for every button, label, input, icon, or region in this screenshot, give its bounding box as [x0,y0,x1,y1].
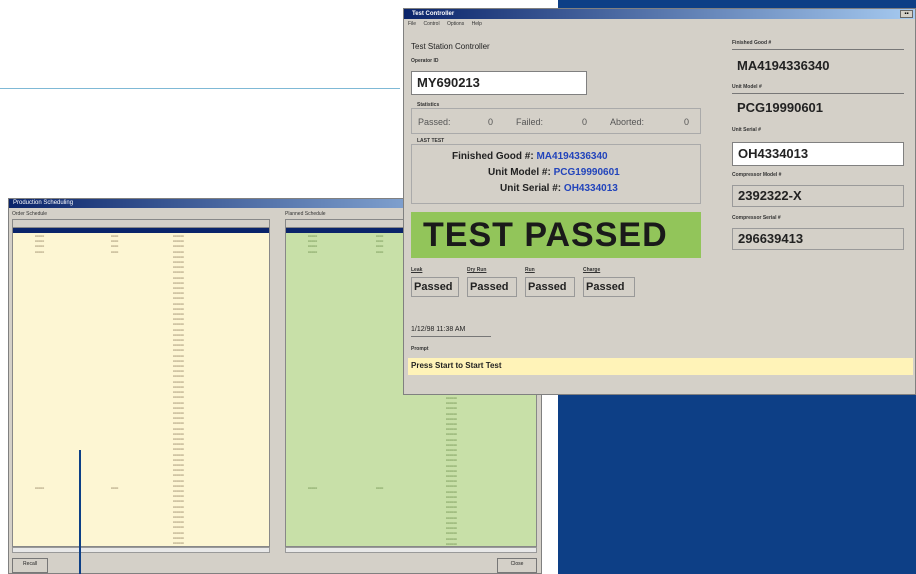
operator-id-field[interactable]: MY690213 [411,71,587,95]
test-controller-title: Test Controller [412,11,455,17]
rf-unit-model-label: Unit Model # [732,84,762,90]
rf-compressor-serial-label: Compressor Serial # [732,215,781,221]
menu-file[interactable]: File [408,21,416,27]
rf-unit-model-rule [732,93,904,94]
menu-bar: File Control Options Help [408,21,482,27]
last-unit-model: Unit Model #: PCG19990601 [488,167,620,178]
timestamp: 1/12/98 11:38 AM [411,326,466,333]
recall-button[interactable]: Recall [12,558,48,573]
callout-line-bottom [79,450,81,574]
test-results-row: Leak Passed Dry Run Passed Run Passed Ch… [411,267,641,301]
order-schedule-list[interactable]: ▬▬▬▬▬ ▬▬▬▬▬ ▬▬▬▬▬ ▬▬▬▬▬ ▬▬▬▬ ▬▬▬▬ ▬▬▬▬ ▬… [12,219,270,547]
last-finished-good-label: Finished Good #: [452,151,534,162]
planned-list-col3: ▬▬▬▬▬▬ ▬▬▬▬▬▬ ▬▬▬▬▬▬ ▬▬▬▬▬▬ ▬▬▬▬▬▬ ▬▬▬▬▬… [446,370,457,546]
rf-compressor-model-field[interactable]: 2392322-X [732,185,904,207]
rf-unit-serial-field[interactable]: OH4334013 [732,142,904,166]
close-button[interactable]: Close [497,558,537,573]
prompt-bar: Press Start to Start Test [408,358,913,375]
rf-finished-good-field[interactable]: MA4194336340 [732,55,904,79]
last-unit-model-label: Unit Model #: [488,167,551,178]
run-label: Run [525,267,535,273]
dry-run-label: Dry Run [467,267,487,273]
failed-count: 0 [582,117,588,127]
order-list-row-lower: ▬▬▬▬▬ [35,486,45,490]
last-unit-serial-value: OH4334013 [563,183,618,194]
menu-control[interactable]: Control [423,21,439,27]
last-unit-serial: Unit Serial #: OH4334013 [500,183,618,194]
rf-compressor-serial-field[interactable]: 296639413 [732,228,904,250]
order-schedule-label: Order Schedule [12,211,48,217]
aborted-count: 0 [684,117,690,127]
timestamp-rule [411,336,491,337]
menu-options[interactable]: Options [447,21,464,27]
window-controls[interactable]: ▪▪ [900,10,913,18]
planned-list-row-lower-2: ▬▬▬▬ [376,486,384,490]
prompt-label: Prompt [411,346,429,352]
rf-unit-serial-label: Unit Serial # [732,127,761,133]
test-result-banner: TEST PASSED [411,212,701,258]
order-list-scrollbar[interactable] [12,547,270,553]
planned-list-col1: ▬▬▬▬▬ ▬▬▬▬▬ ▬▬▬▬▬ ▬▬▬▬▬ [308,234,318,254]
rf-finished-good-label: Finished Good # [732,40,772,46]
last-finished-good-value: MA4194336340 [536,151,608,162]
order-list-col1: ▬▬▬▬▬ ▬▬▬▬▬ ▬▬▬▬▬ ▬▬▬▬▬ [35,234,45,254]
dry-run-result: Passed [467,277,517,297]
order-list-col3: ▬▬▬▬▬▬ ▬▬▬▬▬▬ ▬▬▬▬▬▬ ▬▬▬▬▬▬ ▬▬▬▬▬▬ ▬▬▬▬▬… [173,234,184,545]
passed-label: Passed: [418,117,451,127]
page-title: Test Station Controller [411,42,490,51]
planned-schedule-label: Planned Schedule [285,211,326,217]
test-controller-titlebar[interactable]: Test Controller [404,9,915,19]
planned-list-col2: ▬▬▬▬ ▬▬▬▬ ▬▬▬▬ ▬▬▬▬ [376,234,384,254]
last-test-group: Finished Good #: MA4194336340 Unit Model… [411,144,701,204]
rf-finished-good-rule [732,49,904,50]
rf-unit-model-field[interactable]: PCG19990601 [732,97,904,121]
test-controller-window: Test Controller ▪▪ File Control Options … [403,8,916,395]
passed-count: 0 [488,117,494,127]
leak-result: Passed [411,277,459,297]
rf-compressor-model-label: Compressor Model # [732,172,782,178]
order-list-row-lower-2: ▬▬▬▬ [111,486,119,490]
production-window-title: Production Scheduling [13,200,74,206]
last-unit-model-value: PCG19990601 [553,167,620,178]
statistics-group: Passed: 0 Failed: 0 Aborted: 0 [411,108,701,134]
order-list-col2: ▬▬▬▬ ▬▬▬▬ ▬▬▬▬ ▬▬▬▬ [111,234,119,254]
last-unit-serial-label: Unit Serial #: [500,183,562,194]
failed-label: Failed: [516,117,544,127]
order-list-header [13,220,269,228]
aborted-label: Aborted: [610,117,645,127]
run-result: Passed [525,277,575,297]
operator-id-label: Operator ID [411,58,439,64]
planned-list-row-lower: ▬▬▬▬▬ [308,486,318,490]
menu-help[interactable]: Help [472,21,482,27]
charge-result: Passed [583,277,635,297]
order-list-selected-row[interactable] [13,228,269,233]
leak-label: Leak [411,267,423,273]
charge-label: Charge [583,267,601,273]
last-finished-good: Finished Good #: MA4194336340 [452,151,608,162]
planned-list-scrollbar[interactable] [285,547,537,553]
decorative-rule [0,88,400,89]
